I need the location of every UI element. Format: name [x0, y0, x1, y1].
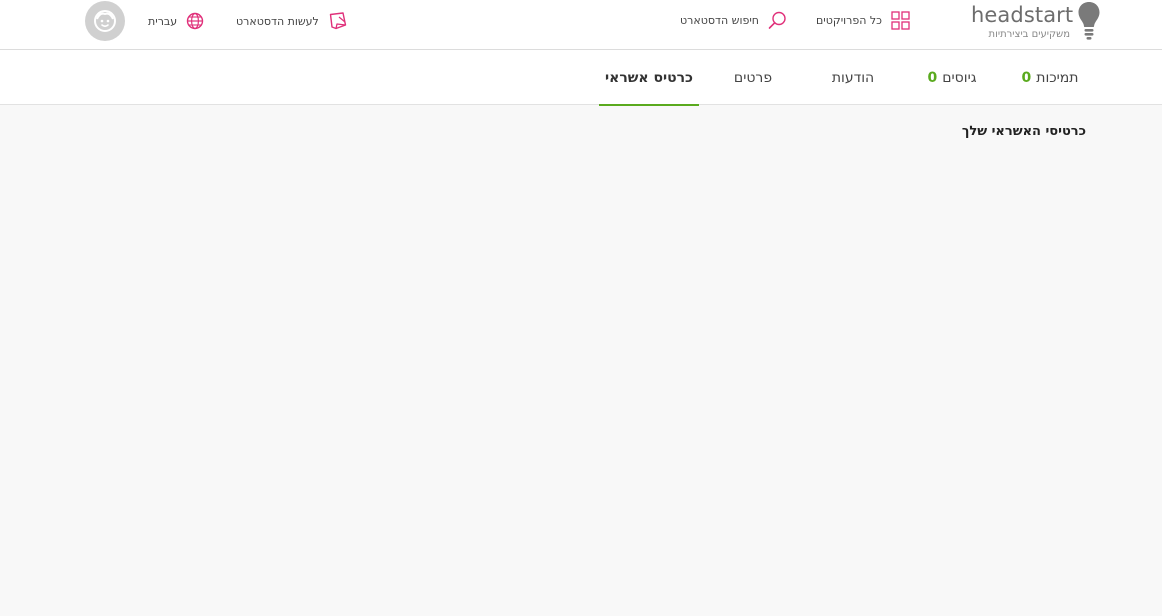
search-icon	[768, 11, 786, 29]
campaigns-count: 0	[927, 69, 938, 86]
search-label: חיפוש הדסטארט	[680, 14, 759, 27]
tab-campaigns-label: גיוסים	[942, 69, 977, 86]
tab-credit-card[interactable]: כרטיס אשראי	[599, 50, 699, 106]
create-headstart-label: לעשות הדסטארט	[236, 14, 319, 28]
lightbulb-icon	[1078, 2, 1100, 40]
profile-tabs: תמיכות 0 גיוסים 0 הודעות פרטים כרטיס אשר…	[0, 50, 1162, 106]
note-pencil-icon	[329, 12, 347, 30]
tab-supports[interactable]: תמיכות 0	[1010, 50, 1090, 105]
tab-campaigns[interactable]: גיוסים 0	[912, 50, 992, 105]
user-avatar[interactable]	[85, 1, 125, 41]
page-title: כרטיסי האשראי שלך	[961, 124, 1086, 139]
tab-messages-label: הודעות	[831, 69, 875, 86]
tab-supports-label: תמיכות	[1036, 69, 1079, 86]
all-projects-link[interactable]: כל הפרויקטים	[816, 11, 910, 30]
logo-tagline: משקיעים ביצירתיות	[988, 29, 1070, 40]
tab-details-label: פרטים	[733, 69, 773, 86]
create-headstart-link[interactable]: לעשות הדסטארט	[236, 11, 348, 31]
grid-icon	[891, 11, 910, 30]
language-selector[interactable]: עברית	[148, 12, 204, 30]
search-headstart-link[interactable]: חיפוש הדסטארט	[680, 11, 787, 30]
logo-wordmark: headstart	[971, 3, 1074, 27]
tab-credit-card-label: כרטיס אשראי	[605, 69, 693, 86]
supports-count: 0	[1021, 69, 1032, 86]
user-face-icon	[94, 10, 116, 32]
tab-messages[interactable]: הודעות	[813, 50, 893, 105]
globe-icon	[186, 12, 204, 30]
language-label: עברית	[148, 14, 178, 28]
top-navigation-bar: עברית לעשות הדסטארט חיפוש הדסטארט כל הפר…	[0, 0, 1162, 50]
all-projects-label: כל הפרויקטים	[816, 14, 882, 27]
tab-details[interactable]: פרטים	[713, 50, 793, 105]
